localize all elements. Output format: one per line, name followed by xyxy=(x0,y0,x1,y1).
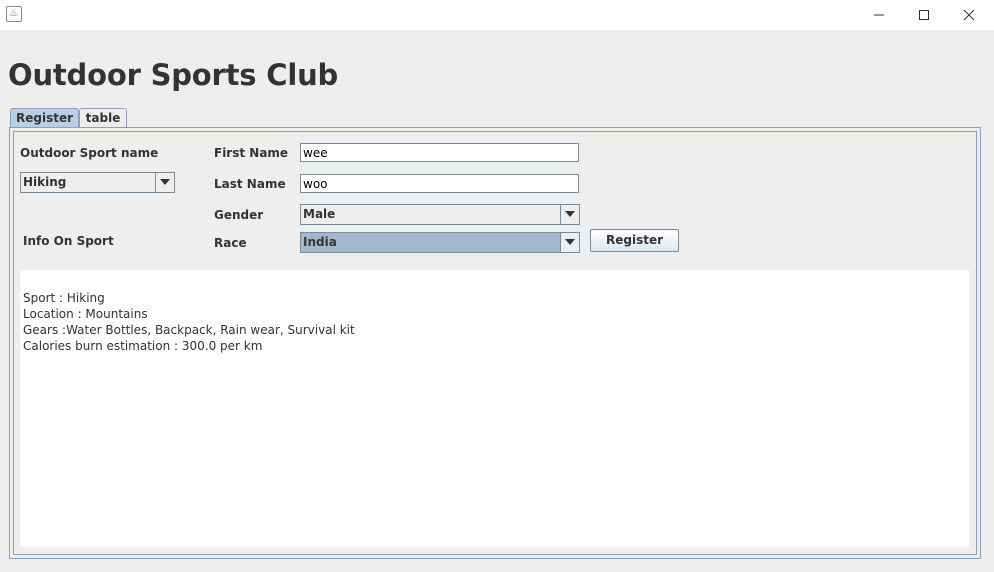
page-title: Outdoor Sports Club xyxy=(8,58,339,92)
gender-label: Gender xyxy=(214,208,264,222)
last-name-label: Last Name xyxy=(214,177,286,191)
gender-select-arrow[interactable] xyxy=(560,205,579,224)
minimize-icon xyxy=(874,14,884,16)
java-cup-icon: ♨ xyxy=(6,6,22,22)
maximize-button[interactable] xyxy=(901,0,947,30)
first-name-label: First Name xyxy=(214,146,289,160)
race-select-value: India xyxy=(303,235,337,249)
sport-select-arrow[interactable] xyxy=(155,173,174,192)
last-name-field[interactable] xyxy=(300,174,579,193)
maximize-icon xyxy=(919,10,929,20)
chevron-down-icon xyxy=(160,179,170,185)
sport-name-label: Outdoor Sport name xyxy=(20,146,159,160)
sport-select-value: Hiking xyxy=(23,175,67,189)
race-select[interactable]: India xyxy=(300,232,580,253)
gender-select[interactable]: Male xyxy=(300,204,580,225)
register-button[interactable]: Register xyxy=(590,229,679,252)
info-line-gears: Gears :Water Bottles, Backpack, Rain wea… xyxy=(23,323,355,337)
sport-info-textarea[interactable]: Sport : Hiking Location : Mountains Gear… xyxy=(20,270,969,547)
race-select-arrow[interactable] xyxy=(560,233,579,252)
close-button[interactable] xyxy=(946,0,992,30)
sport-select[interactable]: Hiking xyxy=(20,172,175,193)
tab-register[interactable]: Register xyxy=(10,108,79,129)
tab-table[interactable]: table xyxy=(79,108,127,128)
chevron-down-icon xyxy=(565,239,575,245)
chevron-down-icon xyxy=(565,211,575,217)
info-line-sport: Sport : Hiking xyxy=(23,291,105,305)
race-label: Race xyxy=(214,236,247,250)
info-line-calories: Calories burn estimation : 300.0 per km xyxy=(23,339,263,353)
gender-select-value: Male xyxy=(303,207,336,221)
info-line-location: Location : Mountains xyxy=(23,307,148,321)
close-icon xyxy=(963,9,975,21)
first-name-field[interactable] xyxy=(300,143,579,162)
info-on-sport-label: Info On Sport xyxy=(23,234,114,248)
minimize-button[interactable] xyxy=(856,0,902,30)
window-titlebar: ♨ xyxy=(0,0,994,30)
